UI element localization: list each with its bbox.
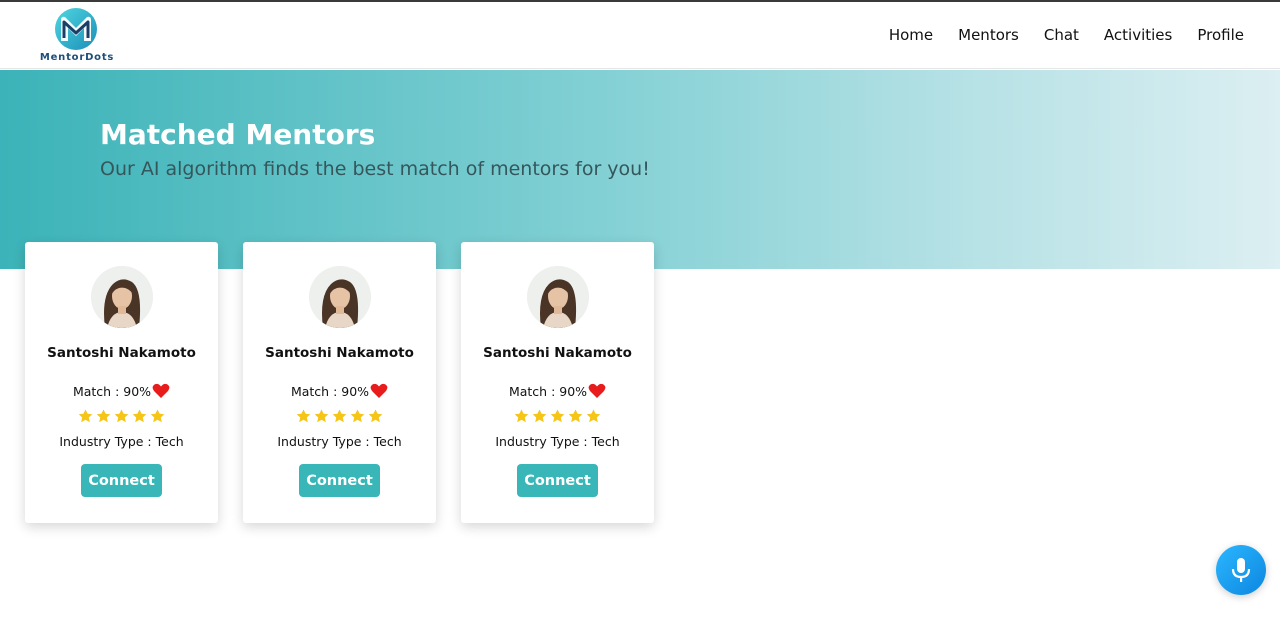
main-nav: Home Mentors Chat Activities Profile	[889, 26, 1244, 44]
industry-type: Industry Type : Tech	[495, 434, 620, 449]
match-score: Match : 90%	[25, 383, 218, 399]
nav-home[interactable]: Home	[889, 26, 933, 44]
star-icon	[368, 409, 383, 423]
match-text: Match : 90%	[290, 383, 370, 399]
nav-activities[interactable]: Activities	[1104, 26, 1172, 44]
star-icon	[296, 409, 311, 423]
star-icon	[132, 409, 147, 423]
match-text: Match : 90%	[508, 383, 588, 399]
nav-mentors[interactable]: Mentors	[958, 26, 1019, 44]
logo-icon	[55, 8, 97, 50]
microphone-button[interactable]	[1216, 545, 1266, 595]
star-icon	[78, 409, 93, 423]
industry-type: Industry Type : Tech	[59, 434, 184, 449]
mentor-cards: Santoshi Nakamoto Match : 90% Industry T…	[25, 242, 654, 523]
mentor-card: Santoshi Nakamoto Match : 90% Industry T…	[25, 242, 218, 523]
connect-button[interactable]: Connect	[299, 464, 380, 497]
mentor-card: Santoshi Nakamoto Match : 90% Industry T…	[243, 242, 436, 523]
nav-profile[interactable]: Profile	[1197, 26, 1244, 44]
heart-icon	[588, 383, 606, 398]
mentor-card: Santoshi Nakamoto Match : 90% Industry T…	[461, 242, 654, 523]
mentor-name: Santoshi Nakamoto	[483, 345, 632, 361]
star-icon	[150, 409, 165, 423]
star-icon	[586, 409, 601, 423]
rating-stars	[461, 409, 654, 423]
hero-banner: Matched Mentors Our AI algorithm finds t…	[0, 70, 1280, 269]
industry-type: Industry Type : Tech	[277, 434, 402, 449]
logo[interactable]: MentorDots	[36, 8, 118, 66]
star-icon	[532, 409, 547, 423]
star-icon	[350, 409, 365, 423]
match-score: Match : 90%	[461, 383, 654, 399]
connect-button[interactable]: Connect	[517, 464, 598, 497]
star-icon	[514, 409, 529, 423]
star-icon	[550, 409, 565, 423]
heart-icon	[370, 383, 388, 398]
connect-button[interactable]: Connect	[81, 464, 162, 497]
microphone-icon	[1231, 558, 1251, 582]
mentor-name: Santoshi Nakamoto	[47, 345, 196, 361]
rating-stars	[243, 409, 436, 423]
navbar: MentorDots Home Mentors Chat Activities …	[0, 2, 1280, 69]
star-icon	[568, 409, 583, 423]
star-icon	[114, 409, 129, 423]
page-title: Matched Mentors	[100, 118, 376, 151]
avatar	[527, 266, 589, 328]
star-icon	[314, 409, 329, 423]
match-text: Match : 90%	[72, 383, 152, 399]
nav-chat[interactable]: Chat	[1044, 26, 1079, 44]
rating-stars	[25, 409, 218, 423]
star-icon	[332, 409, 347, 423]
star-icon	[96, 409, 111, 423]
heart-icon	[152, 383, 170, 398]
mentor-name: Santoshi Nakamoto	[265, 345, 414, 361]
avatar	[91, 266, 153, 328]
page-subtitle: Our AI algorithm finds the best match of…	[100, 158, 650, 180]
avatar	[309, 266, 371, 328]
logo-text: MentorDots	[39, 52, 115, 63]
match-score: Match : 90%	[243, 383, 436, 399]
